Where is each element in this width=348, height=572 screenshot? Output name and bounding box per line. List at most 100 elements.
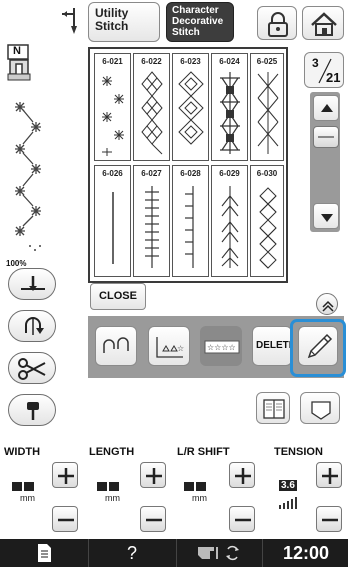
scissors-icon [18, 358, 46, 380]
lr-shift-decrease-button[interactable] [229, 506, 255, 532]
tension-label: TENSION [274, 446, 323, 458]
stitch-cell[interactable]: 6-021 [94, 53, 131, 161]
manual-icon [263, 399, 285, 419]
plus-icon [58, 468, 74, 484]
minus-icon [235, 518, 251, 522]
tension-level-icon [279, 497, 297, 509]
mirror-thread-button[interactable] [95, 326, 137, 366]
minus-icon [322, 518, 338, 522]
delete-label: DELETE [256, 340, 292, 351]
scroll-up-icon [321, 104, 333, 112]
tension-decrease-button[interactable] [316, 506, 342, 532]
character-decorative-stitch-button[interactable]: Character Decorative Stitch [166, 2, 234, 42]
scrollbar-thumb[interactable] [313, 126, 339, 148]
scroll-down-button[interactable] [313, 203, 339, 229]
edit-button[interactable] [298, 326, 338, 366]
repeat-pattern-icon: ☆☆☆☆ [204, 340, 240, 354]
stitch-cell[interactable]: 6-029 [211, 165, 248, 277]
clock: 12:00 [282, 543, 330, 563]
delete-button[interactable]: DELETE [252, 326, 292, 366]
elongation-button[interactable]: ☆ [148, 326, 190, 366]
document-tab[interactable] [0, 539, 89, 567]
length-label: LENGTH [89, 446, 135, 458]
length-value: mm [93, 474, 125, 512]
stitch-preview-pane [6, 100, 66, 260]
width-decrease-button[interactable] [52, 506, 78, 532]
twin-needle-icon [60, 6, 82, 38]
zoom-level: 100% [6, 259, 27, 268]
tension-value: 3.6 [276, 474, 308, 512]
lr-shift-label: L/R SHIFT [177, 446, 230, 458]
stitch-pattern-icon [102, 76, 124, 156]
manual-button[interactable] [256, 392, 290, 424]
pocket-button[interactable] [300, 392, 340, 424]
lock-icon [268, 12, 288, 37]
needle-stop-button[interactable] [8, 394, 56, 426]
thread-cutter-button[interactable] [8, 310, 56, 342]
utility-stitch-button[interactable]: Utility Stitch [88, 2, 160, 42]
close-button[interactable]: CLOSE [90, 283, 146, 310]
stitch-cell[interactable]: 6-030 [250, 165, 284, 277]
minus-icon [58, 518, 74, 522]
expand-up-button[interactable] [316, 293, 338, 315]
width-value: mm [8, 474, 40, 512]
scroll-up-button[interactable] [313, 95, 339, 121]
length-increase-button[interactable] [140, 462, 166, 488]
stitch-pattern-icon [221, 186, 239, 268]
lr-shift-value: mm [180, 474, 212, 512]
stitch-pattern-icon [257, 72, 279, 154]
lock-button[interactable] [257, 6, 297, 40]
elongation-icon: ☆ [156, 337, 184, 358]
width-unit: mm [20, 493, 35, 503]
home-button[interactable] [302, 6, 344, 40]
stitch-pattern-icon [185, 186, 194, 268]
edit-pencil-icon [307, 333, 333, 359]
tension-increase-button[interactable] [316, 462, 342, 488]
minus-icon [146, 518, 162, 522]
character-decorative-stitch-label: Character Decorative Stitch [172, 5, 224, 38]
scissors-button[interactable] [8, 352, 56, 384]
stitch-cell[interactable]: 6-024 [211, 53, 248, 161]
stitch-pattern-icon [141, 71, 163, 155]
needle-stop-icon [27, 402, 39, 420]
needle-position-button[interactable] [8, 268, 56, 300]
stitch-pattern-icon [145, 186, 159, 268]
help-label: ? [126, 543, 137, 563]
utility-stitch-label: Utility Stitch [95, 6, 129, 33]
plus-icon [146, 468, 162, 484]
width-increase-button[interactable] [52, 462, 78, 488]
page-indicator: 3 21 [304, 52, 344, 88]
tension-number: 3.6 [279, 480, 297, 491]
stitch-selection-grid: 6-021 6-022 6-023 6-024 6-025 6-026 6-02… [88, 47, 288, 283]
stitch-cell[interactable]: 6-026 [94, 165, 131, 277]
page-current: 3 [312, 56, 319, 70]
stitch-cell[interactable]: 6-025 [250, 53, 284, 161]
stitch-cell[interactable]: 6-028 [172, 165, 209, 277]
document-icon [38, 544, 51, 562]
chevron-up-icon [322, 300, 334, 312]
stitch-pattern-icon [178, 71, 204, 145]
svg-text:☆: ☆ [177, 344, 184, 353]
length-decrease-button[interactable] [140, 506, 166, 532]
needle-position-icon [21, 276, 45, 291]
pocket-icon [311, 401, 331, 420]
lr-shift-unit: mm [192, 493, 207, 503]
stitch-pattern-icon [259, 187, 277, 269]
svg-text:☆☆☆☆: ☆☆☆☆ [207, 343, 236, 352]
plus-icon [235, 468, 251, 484]
stitch-pattern-icon [220, 72, 240, 154]
stitch-cell[interactable]: 6-022 [133, 53, 170, 161]
help-tab[interactable]: ? [88, 539, 177, 567]
machine-icon [198, 545, 239, 561]
stitch-cell[interactable]: 6-027 [133, 165, 170, 277]
repeat-pattern-button[interactable]: ☆☆☆☆ [200, 326, 242, 366]
plus-icon [322, 468, 338, 484]
close-label: CLOSE [99, 290, 137, 302]
lr-shift-increase-button[interactable] [229, 462, 255, 488]
scroll-down-icon [321, 214, 333, 222]
home-icon [311, 12, 337, 36]
machine-status-tab[interactable] [176, 539, 263, 567]
thread-cutter-icon [25, 317, 44, 335]
stitch-cell[interactable]: 6-023 [172, 53, 209, 161]
presser-foot-indicator: N [6, 44, 32, 84]
